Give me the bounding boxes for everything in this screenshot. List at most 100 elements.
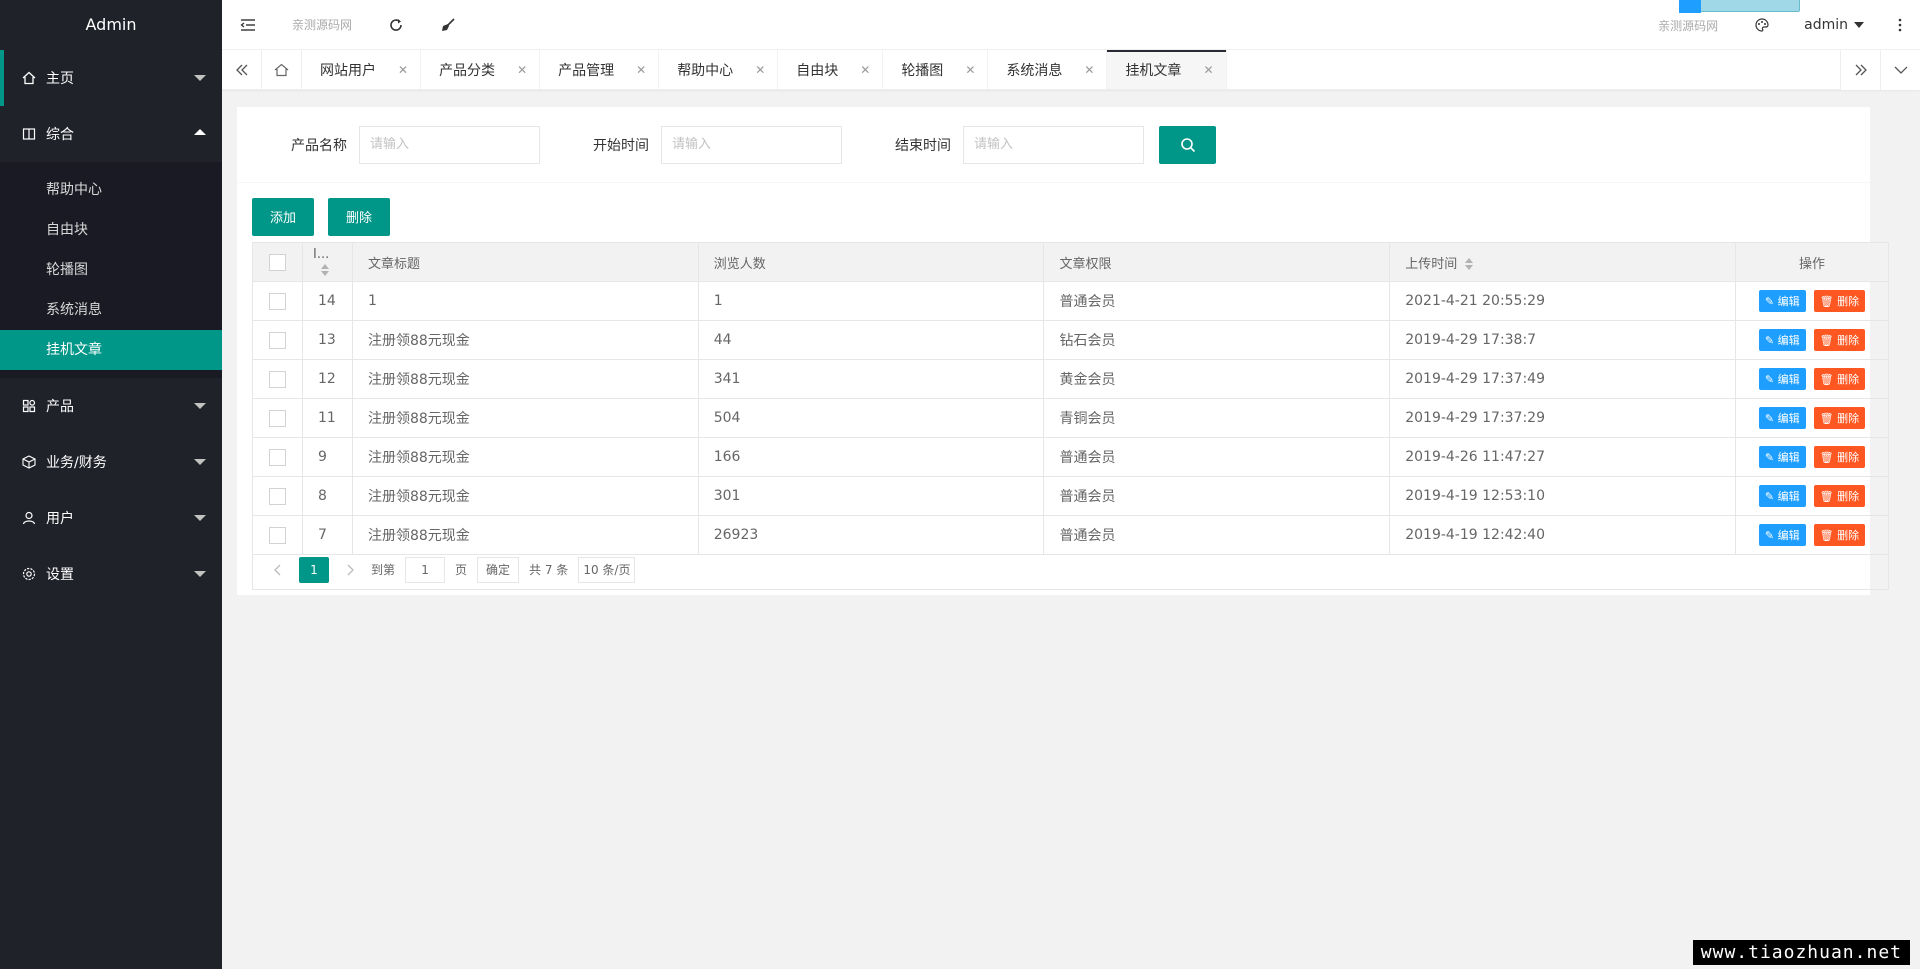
cell-operation: ✎ 编辑 🗑 删除 <box>1735 437 1889 477</box>
close-icon[interactable]: ✕ <box>860 63 870 77</box>
cell-operation: ✎ 编辑 🗑 删除 <box>1735 359 1889 399</box>
menu-toggle-button[interactable] <box>222 0 274 50</box>
cell-upload-time: 2019-4-19 12:53:10 <box>1389 476 1736 516</box>
edit-button[interactable]: ✎ 编辑 <box>1758 290 1806 312</box>
search-button[interactable] <box>1159 125 1216 164</box>
edit-button[interactable]: ✎ 编辑 <box>1758 407 1806 429</box>
table-row: 11 注册领88元现金 504 青铜会员 2019-4-29 17:37:29 ✎ 编辑 🗑… <box>252 398 1889 438</box>
close-icon[interactable]: ✕ <box>965 63 975 77</box>
site-link[interactable]: 亲测源码网 <box>274 16 370 33</box>
sidebar-item-label: 主页 <box>46 71 74 87</box>
delete-button[interactable]: 🗑 删除 <box>1813 407 1866 429</box>
product-name-label: 产品名称 <box>291 137 347 154</box>
close-icon[interactable]: ✕ <box>1084 63 1094 77</box>
close-icon[interactable]: ✕ <box>755 63 765 77</box>
close-icon[interactable]: ✕ <box>1203 63 1213 77</box>
sidebar-sub-carousel[interactable]: 轮播图 <box>0 250 222 290</box>
goto-confirm-button[interactable]: 确定 <box>477 556 520 583</box>
sidebar-item-home[interactable]: 主页 <box>0 50 222 106</box>
site-link-right[interactable]: 亲测源码网 <box>1640 17 1736 34</box>
delete-button[interactable]: 🗑 删除 <box>1813 290 1866 312</box>
select-all-checkbox[interactable] <box>268 253 286 271</box>
edit-button[interactable]: ✎ 编辑 <box>1758 446 1806 468</box>
header-id[interactable]: I... <box>301 242 353 282</box>
tab-system-messages[interactable]: 系统消息 ✕ <box>988 50 1108 89</box>
close-icon[interactable]: ✕ <box>636 63 646 77</box>
delete-button[interactable]: 🗑 删除 <box>1813 368 1866 390</box>
tab-product-manage[interactable]: 产品管理 ✕ <box>540 50 660 89</box>
row-checkbox[interactable] <box>268 292 286 310</box>
sidebar-item-business[interactable]: 业务/财务 <box>0 434 222 490</box>
row-checkbox[interactable] <box>268 487 286 505</box>
sort-icon[interactable] <box>320 263 329 276</box>
tab-product-category[interactable]: 产品分类 ✕ <box>421 50 541 89</box>
sidebar-item-user[interactable]: 用户 <box>0 490 222 546</box>
start-time-input[interactable] <box>661 125 842 164</box>
close-icon[interactable]: ✕ <box>517 63 527 77</box>
edit-button[interactable]: ✎ 编辑 <box>1758 524 1806 546</box>
clear-cache-button[interactable] <box>422 0 474 50</box>
sidebar-sub-help[interactable]: 帮助中心 <box>0 170 222 210</box>
row-checkbox[interactable] <box>268 331 286 349</box>
refresh-button[interactable] <box>370 0 422 50</box>
cell-permission: 普通会员 <box>1043 515 1391 555</box>
page-size-select[interactable]: 10 条/页 <box>578 556 636 583</box>
edit-button[interactable]: ✎ 编辑 <box>1758 329 1806 351</box>
sidebar-sub-freeblock[interactable]: 自由块 <box>0 210 222 250</box>
user-icon <box>22 511 36 525</box>
menu-fold-icon <box>240 18 255 31</box>
tab-help-center[interactable]: 帮助中心 ✕ <box>659 50 779 89</box>
close-icon[interactable]: ✕ <box>398 63 408 77</box>
tab-home[interactable] <box>262 50 302 89</box>
row-checkbox[interactable] <box>268 526 286 544</box>
edit-icon: ✎ <box>1764 411 1778 425</box>
prev-page-button[interactable] <box>263 557 293 583</box>
sidebar-item-product[interactable]: 产品 <box>0 378 222 434</box>
chevron-down-icon <box>194 403 206 409</box>
header-operation: 操作 <box>1735 242 1889 282</box>
tab-articles[interactable]: 挂机文章 ✕ <box>1107 50 1227 89</box>
more-button[interactable] <box>1880 0 1920 50</box>
header-upload-time[interactable]: 上传时间 <box>1389 242 1736 282</box>
trash-icon: 🗑 <box>1819 411 1838 425</box>
sidebar-item-label: 综合 <box>46 127 74 143</box>
delete-button[interactable]: 🗑 删除 <box>1813 329 1866 351</box>
delete-button[interactable]: 🗑 删除 <box>1813 446 1866 468</box>
page-number-input[interactable]: 1 <box>405 556 446 583</box>
row-checkbox[interactable] <box>268 370 286 388</box>
sidebar-sub-messages[interactable]: 系统消息 <box>0 290 222 330</box>
tabs-scroll-right-button[interactable] <box>1840 50 1880 90</box>
home-icon <box>274 63 289 76</box>
delete-button[interactable]: 🗑 删除 <box>1813 524 1866 546</box>
tab-site-users[interactable]: 网站用户 ✕ <box>302 50 422 89</box>
batch-delete-button[interactable]: 删除 <box>328 197 391 236</box>
cell-id: 9 <box>301 437 353 477</box>
sidebar-sub-articles[interactable]: 挂机文章 <box>0 330 222 370</box>
sidebar-item-settings[interactable]: 设置 <box>0 546 222 602</box>
row-checkbox[interactable] <box>268 409 286 427</box>
tabs-dropdown-button[interactable] <box>1880 50 1920 90</box>
page-button-current[interactable]: 1 <box>299 556 329 583</box>
tab-carousel[interactable]: 轮播图 ✕ <box>883 50 989 89</box>
user-menu[interactable]: admin <box>1788 17 1880 33</box>
edit-button[interactable]: ✎ 编辑 <box>1758 485 1806 507</box>
row-checkbox[interactable] <box>268 448 286 466</box>
upload-badge[interactable] <box>1679 0 1800 13</box>
cell-views: 166 <box>697 437 1045 477</box>
add-button[interactable]: 添加 <box>252 197 315 236</box>
edit-button[interactable]: ✎ 编辑 <box>1758 368 1806 390</box>
end-time-input[interactable] <box>963 125 1144 164</box>
next-page-button[interactable] <box>335 557 365 583</box>
sidebar-item-general[interactable]: 综合 <box>0 106 222 162</box>
tab-free-block[interactable]: 自由块 ✕ <box>778 50 884 89</box>
search-icon <box>1180 137 1195 152</box>
product-name-input[interactable] <box>359 125 540 164</box>
chevron-down-icon <box>194 75 206 81</box>
trash-icon: 🗑 <box>1819 450 1838 464</box>
cell-views: 504 <box>697 398 1045 438</box>
sort-icon[interactable] <box>1465 258 1474 270</box>
delete-button[interactable]: 🗑 删除 <box>1813 485 1866 507</box>
tabs-scroll-left-button[interactable] <box>222 50 262 89</box>
chevron-down-icon <box>1894 66 1907 74</box>
more-vertical-icon <box>1898 18 1902 32</box>
